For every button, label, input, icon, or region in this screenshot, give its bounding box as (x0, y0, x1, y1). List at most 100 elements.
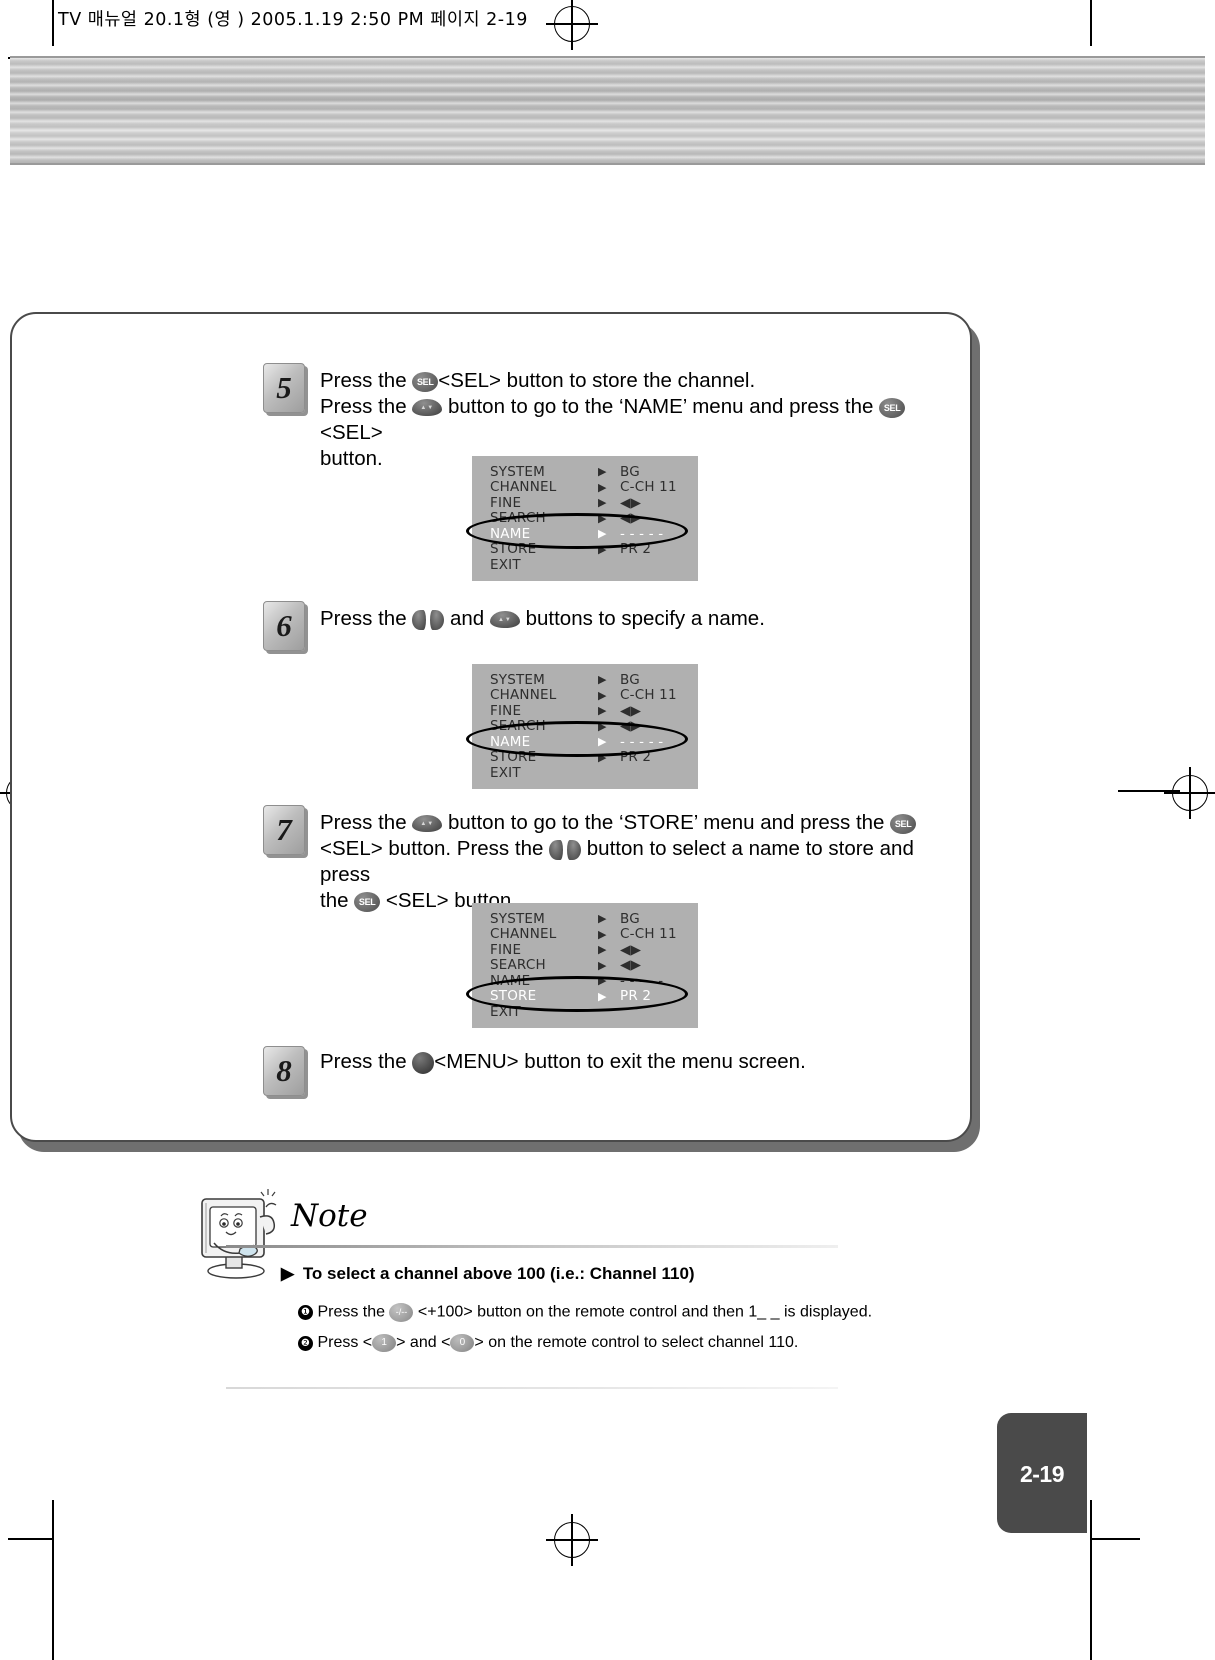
note-heading: ▶ To select a channel above 100 (i.e.: C… (281, 1264, 695, 1284)
osd-row-exit[interactable]: EXIT (472, 1004, 698, 1020)
note-item-1: ❶ Press the -/-- <+100> button on the re… (298, 1303, 872, 1322)
osd-row-value: C-CH 11 (620, 687, 677, 704)
step-7-line-2: <SEL> button. Press the button to select… (320, 837, 914, 886)
osd-row-label: SEARCH (490, 957, 546, 974)
step-7-badge: 7 (263, 805, 305, 855)
sel-button-icon: SEL (890, 813, 917, 834)
step-5-line-1: Press the SEL <SEL> button to store the c… (320, 369, 756, 392)
osd-row-label: NAME (490, 525, 531, 542)
osd-row-arrow-icon: ▶ (598, 719, 607, 733)
osd-row-arrow-icon: ▶ (598, 912, 607, 926)
step-8-line-1: Press the <MENU> button to exit the menu… (320, 1050, 806, 1074)
crop-mark-bottom-right-horizontal (1092, 1538, 1140, 1540)
osd-row-label: FINE (490, 702, 522, 719)
osd-row-exit[interactable]: EXIT (472, 765, 698, 781)
osd-row-arrow-icon: ▶ (598, 688, 607, 702)
osd-row-label: FINE (490, 941, 522, 958)
osd-row-value: ◀▶ (620, 494, 642, 511)
osd-row-label: CHANNEL (490, 687, 557, 704)
number-0-button-icon: 0 (450, 1334, 475, 1352)
osd-row-arrow-icon: ▶ (598, 480, 607, 494)
step-7-text: Press the button to go to the ‘STORE’ me… (320, 810, 945, 914)
crop-mark-top-right-vertical (1090, 0, 1092, 46)
osd-row-store[interactable]: STORE ▶ PR 2 (472, 749, 698, 766)
osd-row-fine[interactable]: FINE ▶ ◀▶ (472, 942, 698, 958)
note-item-2: ❷ Press <1 > and <0 > on the remote contro… (298, 1334, 798, 1352)
osd-row-label: SEARCH (490, 718, 546, 735)
osd-row-value: ◀▶ (620, 702, 642, 719)
osd-row-system[interactable]: SYSTEM ▶ BG (472, 911, 698, 927)
registration-mark-bottom (546, 1514, 598, 1566)
osd-row-system[interactable]: SYSTEM ▶ BG (472, 464, 698, 480)
osd-row-name[interactable]: NAME ▶ - - - - - (472, 973, 698, 989)
osd-row-arrow-icon: ▶ (598, 465, 607, 479)
osd-row-name[interactable]: NAME ▶ - - - - - (472, 734, 698, 750)
osd-row-value: PR 2 (620, 541, 652, 558)
imposition-header-text: TV 매뉴얼 20.1형 (영 ) 2005.1.19 2:50 PM 페이지 … (58, 10, 528, 30)
menu-button-icon (412, 1051, 435, 1074)
step-6-line-1: Press the and buttons to specify a name. (320, 606, 945, 632)
osd-row-value: ◀▶ (620, 510, 642, 527)
osd-row-label: CHANNEL (490, 479, 557, 496)
crop-mark-bottom-right-vertical (1090, 1500, 1092, 1660)
step-5-line-2: Press the button to go to the ‘NAME’ men… (320, 394, 945, 446)
osd-row-arrow-icon: ▶ (598, 974, 607, 988)
osd-row-label: STORE (490, 541, 537, 558)
sel-button-icon: SEL (412, 371, 439, 392)
osd-row-channel[interactable]: CHANNEL ▶ C-CH 11 (472, 926, 698, 943)
osd-row-label: CHANNEL (490, 926, 557, 943)
up-down-button-icon (489, 611, 520, 629)
osd-row-label: EXIT (490, 764, 521, 781)
osd-row-fine[interactable]: FINE ▶ ◀▶ (472, 495, 698, 511)
osd-row-arrow-icon: ▶ (598, 927, 607, 941)
note-divider-top (226, 1245, 838, 1248)
up-down-button-icon (412, 815, 443, 833)
osd-row-label: SYSTEM (490, 671, 546, 688)
osd-row-value: - - - - - (620, 525, 664, 542)
osd-row-channel[interactable]: CHANNEL ▶ C-CH 11 (472, 687, 698, 704)
osd-row-search[interactable]: SEARCH ▶ ◀▶ (472, 718, 698, 735)
osd-row-system[interactable]: SYSTEM ▶ BG (472, 672, 698, 688)
crop-mark-top-left-vertical (52, 0, 54, 46)
step-7-line-1: Press the button to go to the ‘STORE’ me… (320, 810, 945, 836)
note-heading-text: To select a channel above 100 (i.e.: Cha… (302, 1264, 695, 1283)
osd-menu-store: SYSTEM ▶ BG CHANNEL ▶ C-CH 11 FINE ▶ ◀▶ SEARCH ▶ ◀▶… (472, 903, 698, 1028)
crop-mark-bottom-left-vertical (52, 1500, 54, 1660)
step-8-text: Press the <MENU> button to exit the menu… (320, 1049, 945, 1075)
osd-row-value: C-CH 11 (620, 926, 677, 943)
osd-row-arrow-icon: ▶ (598, 542, 607, 556)
osd-row-store[interactable]: STORE ▶ PR 2 (472, 541, 698, 558)
osd-row-value: PR 2 (620, 988, 652, 1005)
page-number-tab: 2-19 (997, 1413, 1087, 1533)
osd-row-fine[interactable]: FINE ▶ ◀▶ (472, 703, 698, 719)
osd-row-arrow-icon: ▶ (598, 511, 607, 525)
osd-row-value: - - - - - (620, 972, 664, 989)
osd-row-arrow-icon: ▶ (598, 673, 607, 687)
osd-row-channel[interactable]: CHANNEL ▶ C-CH 11 (472, 479, 698, 496)
osd-row-search[interactable]: SEARCH ▶ ◀▶ (472, 957, 698, 974)
crop-mark-bottom-left-horizontal (8, 1538, 52, 1540)
osd-row-name[interactable]: NAME ▶ - - - - - (472, 526, 698, 542)
osd-row-arrow-icon: ▶ (598, 735, 607, 749)
left-right-button-icon (412, 609, 445, 631)
osd-row-value: BG (620, 671, 640, 688)
step-8-badge: 8 (263, 1046, 305, 1096)
osd-row-arrow-icon: ▶ (598, 958, 607, 972)
osd-row-arrow-icon: ▶ (598, 704, 607, 718)
osd-row-store[interactable]: STORE ▶ PR 2 (472, 988, 698, 1005)
osd-row-label: NAME (490, 733, 531, 750)
osd-row-label: EXIT (490, 556, 521, 573)
osd-row-value: ◀▶ (620, 718, 642, 735)
osd-row-value: BG (620, 910, 640, 927)
step-5-badge: 5 (263, 363, 305, 413)
osd-row-arrow-icon: ▶ (598, 527, 607, 541)
osd-row-search[interactable]: SEARCH ▶ ◀▶ (472, 510, 698, 527)
note-item-1-number: ❶ (298, 1305, 313, 1320)
number-1-button-icon: 1 (372, 1334, 397, 1352)
tv-mascot-icon (196, 1183, 288, 1284)
osd-row-label: STORE (490, 749, 537, 766)
osd-menu-name-1: SYSTEM ▶ BG CHANNEL ▶ C-CH 11 FINE ▶ ◀▶ SEARCH ▶ ◀▶… (472, 456, 698, 581)
osd-row-exit[interactable]: EXIT (472, 557, 698, 573)
osd-row-label: SYSTEM (490, 910, 546, 927)
note-heading-marker: ▶ (281, 1264, 295, 1283)
